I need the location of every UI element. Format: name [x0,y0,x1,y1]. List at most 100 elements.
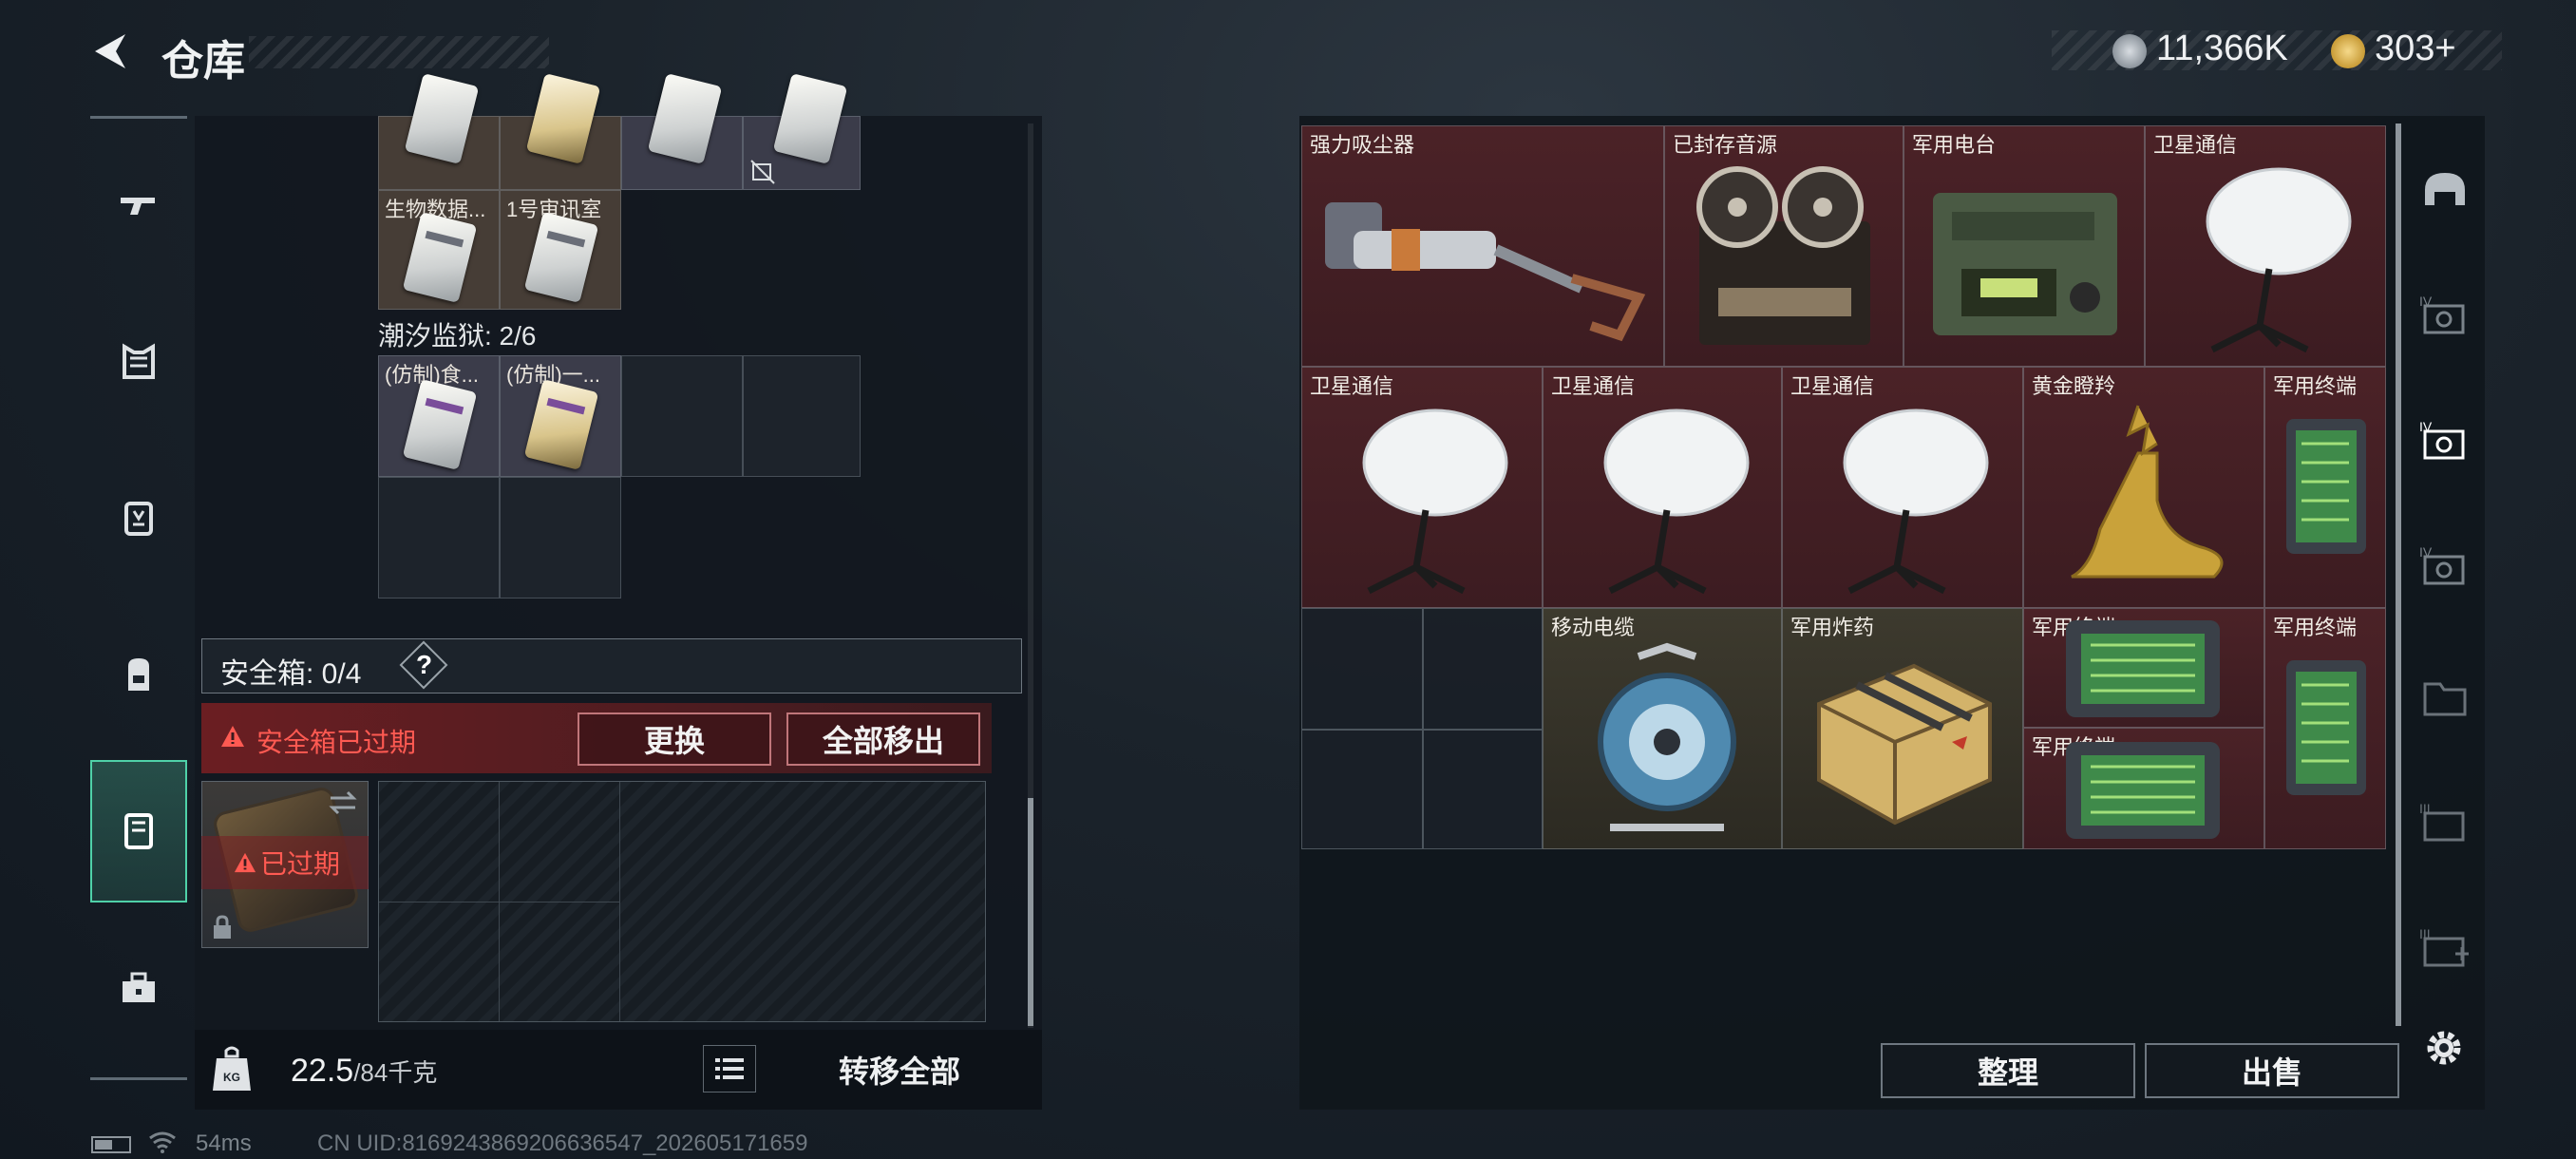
safe-box-label: 安全箱: 0/4 [220,658,362,690]
terminal-icon [2286,419,2366,554]
inventory-item[interactable]: 移动电缆 [1543,608,1782,849]
section-label: 潮汐监狱: 2/6 [378,321,537,351]
inventory-item[interactable]: 卫星通信 [2145,125,2386,367]
nav-item-weapons[interactable] [90,133,187,276]
list-view-button[interactable] [703,1045,756,1092]
warning-icon [234,852,256,873]
inventory-item[interactable]: 卫星通信 [1782,367,2023,608]
empty-slot[interactable] [1423,730,1543,849]
inventory-item[interactable]: 军用炸药 [1782,608,2023,849]
currency-silver-amount[interactable]: 11,366K [2156,28,2288,69]
item-slot[interactable]: (仿制)食... [378,355,500,477]
rnav-keycard-iv-active[interactable]: IV [2407,384,2483,498]
scrollbar[interactable] [2396,124,2401,1026]
satellite-dish-icon [1843,408,1989,595]
swap-icon[interactable] [327,788,359,817]
nav-item-backpack[interactable] [90,603,187,746]
satellite-dish-icon [1362,408,1508,595]
tape-recorder-icon [1696,166,1870,345]
terminal-icon [2066,620,2220,717]
access-card-icon [402,378,478,471]
inventory-item[interactable]: 军用终端 [2264,608,2386,849]
nav-divider [90,116,187,119]
inventory-item[interactable]: 军用终端 [2264,367,2386,608]
access-card-icon [647,72,723,165]
toolbox-icon [123,972,155,1002]
inventory-item[interactable]: 已封存音源 [1664,125,1904,367]
item-slot[interactable] [500,72,621,190]
move-all-out-button[interactable]: 全部移出 [786,712,980,766]
page-title: 仓库 [161,38,245,85]
gun-icon [121,198,155,215]
inventory-item[interactable]: 军用终端 [2023,608,2264,728]
item-slot[interactable]: 生物数据... [378,190,500,310]
nav-item-chest-rig[interactable] [90,446,187,589]
gear-icon[interactable] [2420,1024,2468,1072]
empty-slot[interactable] [621,355,743,477]
folder-icon [2423,682,2467,716]
coin-silver-icon [2112,34,2147,68]
explosive-crate-icon [1817,663,1992,826]
scrollbar-thumb[interactable] [1028,798,1033,1026]
item-slot[interactable]: (仿制)一... [500,355,621,477]
nav-item-armor[interactable] [90,290,187,432]
inventory-item[interactable]: 卫星通信 [1301,367,1543,608]
item-slot[interactable] [743,72,861,190]
inventory-item[interactable]: 卫星通信 [1543,367,1782,608]
empty-slot[interactable] [743,355,861,477]
terminal-icon [2286,660,2366,795]
rnav-folder[interactable] [2407,640,2483,754]
empty-slot[interactable] [378,477,500,598]
rnav-keycard-iv[interactable]: IV [2407,258,2483,372]
item-slot[interactable] [378,72,500,190]
no-image-icon [750,160,775,184]
back-icon[interactable] [87,28,133,74]
key-card-level-4-icon: IV [2419,294,2465,334]
inventory-item[interactable]: 军用电台 [1904,125,2145,367]
satellite-dish-icon [2206,167,2352,353]
svg-text:KG: KG [223,1071,240,1084]
item-slot[interactable]: 1号审讯室 [500,190,621,310]
radio-icon [1933,193,2117,335]
rnav-keycard-add[interactable]: III [2407,891,2483,1005]
empty-slot[interactable] [1301,608,1423,730]
access-card-icon [772,72,848,165]
inventory-item[interactable]: 黄金瞪羚 [2023,367,2264,608]
empty-slot[interactable] [1423,608,1543,730]
uid-text: CN UID:8169243869206636547_202605171659 [317,1130,808,1156]
nav-item-toolbox[interactable] [90,917,187,1059]
lock-icon [214,915,231,939]
key-card-level-4-active-icon: IV [2419,419,2465,460]
sell-button[interactable]: 出售 [2145,1043,2399,1098]
item-label: 强力吸尘器 [1310,133,1415,157]
sort-button[interactable]: 整理 [1881,1043,2135,1098]
inventory-item[interactable]: 强力吸尘器 [1301,125,1664,367]
transfer-all-button[interactable]: 转移全部 [771,1041,1028,1098]
empty-slot[interactable] [1301,730,1423,849]
key-card-level-4-icon: IV [2419,544,2465,585]
weight-icon: KG [213,1046,251,1091]
key-card-level-3-icon: III [2419,801,2465,842]
item-label: 军用终端 [2273,374,2358,398]
terminal-icon [2066,742,2220,839]
weight-readout: 22.5/84千克 [291,1053,437,1090]
currency-gold-amount[interactable]: 303+ [2375,28,2456,69]
inventory-item[interactable]: 军用终端 [2023,728,2264,849]
empty-slot[interactable] [500,477,621,598]
access-card-icon [402,211,478,304]
item-slot[interactable] [621,72,743,190]
rnav-keycard-iv-2[interactable]: IV [2407,509,2483,623]
item-label: 军用电台 [1912,133,1997,157]
safe-box-grid[interactable] [378,781,986,1022]
rnav-helmet[interactable] [2407,133,2483,247]
nav-item-container[interactable] [90,760,187,902]
vacuum-icon [1325,202,1646,342]
container-icon [124,813,153,849]
access-card-icon [523,378,599,471]
armor-icon [123,343,155,379]
rnav-keycard-iii[interactable]: III [2407,766,2483,880]
expired-text: 安全箱已过期 [256,728,417,757]
weight-max: /84千克 [353,1058,438,1087]
replace-button[interactable]: 更换 [578,712,771,766]
help-icon-glyph: ? [416,650,433,679]
